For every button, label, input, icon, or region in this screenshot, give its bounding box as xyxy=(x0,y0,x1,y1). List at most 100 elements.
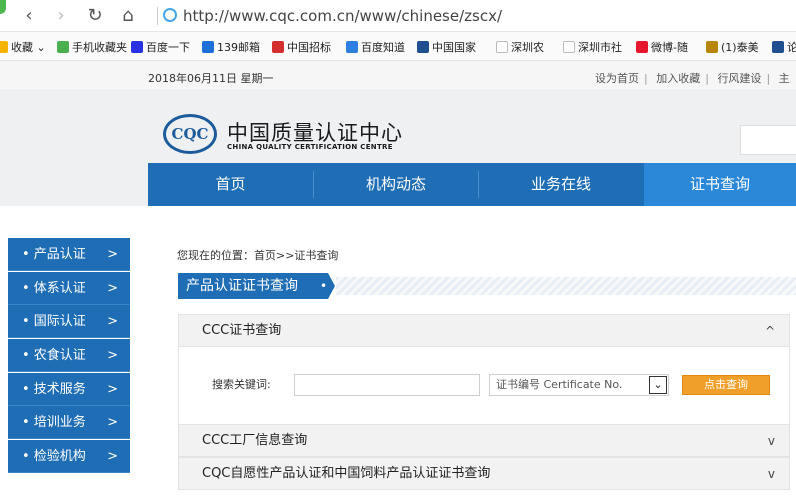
chevron-down-icon: v xyxy=(767,467,775,481)
phone-icon xyxy=(57,41,69,53)
home-icon[interactable]: ⌂ xyxy=(117,5,139,27)
sidebar-item-label: • 农食认证 xyxy=(22,348,86,364)
sidebar-item-label: • 技术服务 xyxy=(22,381,86,397)
sidebar: • 产品认证 > • 体系认证 > • 国际认证 > • 农食认证 > • 技术服务 > … xyxy=(8,238,130,474)
favorite-item[interactable]: 中国国家 xyxy=(417,39,476,55)
page-icon xyxy=(496,41,508,53)
favorite-item[interactable]: 百度知道 xyxy=(346,39,405,55)
browser-status-indicator xyxy=(0,0,6,14)
chevron-right-icon: > xyxy=(107,449,118,465)
site-icon xyxy=(417,41,429,53)
current-date: 2018年06月11日 星期一 xyxy=(148,72,274,85)
nav-news[interactable]: 机构动态 xyxy=(314,163,478,206)
favorite-label: 139邮箱 xyxy=(217,41,260,54)
chevron-down-icon: v xyxy=(767,434,775,448)
favorite-label: 论 xyxy=(787,41,796,54)
sidebar-item-system-cert[interactable]: • 体系认证 > xyxy=(8,271,130,305)
site-top-strip: 2018年06月11日 星期一 设为首页 | 加入收藏 | 行风建设 | 主 xyxy=(0,61,796,91)
paw-icon xyxy=(346,41,358,53)
favorite-label: 中国国家 xyxy=(432,41,476,54)
favorite-item[interactable]: 中国招标 xyxy=(272,39,331,55)
page-icon xyxy=(563,41,575,53)
chevron-right-icon: > xyxy=(107,247,118,262)
cqc-logo-icon[interactable]: CQC xyxy=(163,114,217,154)
favorite-label: 中国招标 xyxy=(287,41,331,54)
conduct-link[interactable]: 行风建设 xyxy=(717,72,761,85)
favorite-item[interactable]: 百度一下 xyxy=(131,39,190,55)
favorite-item[interactable]: 139邮箱 xyxy=(202,39,260,55)
favorite-item[interactable]: 论 xyxy=(772,39,796,55)
refresh-icon[interactable]: ↻ xyxy=(84,5,106,27)
chevron-right-icon: > xyxy=(107,415,118,431)
flag-icon xyxy=(272,41,284,53)
main-nav: 首页 机构动态 业务在线 证书查询 xyxy=(148,163,796,206)
sidebar-item-label: • 检验机构 xyxy=(22,449,86,465)
favorite-item[interactable]: 收藏 ⌄ xyxy=(0,39,46,55)
mail-icon xyxy=(202,41,214,53)
accordion-ccc-factory[interactable]: CCC工厂信息查询 v xyxy=(178,424,790,457)
sidebar-item-inspection[interactable]: • 检验机构 > xyxy=(8,440,130,474)
sidebar-item-label: • 体系认证 xyxy=(22,280,86,296)
search-type-select[interactable]: 证书编号 Certificate No. xyxy=(489,374,669,396)
section-title: 产品认证证书查询 • xyxy=(178,273,328,299)
favorite-label: 微博-随 xyxy=(651,41,688,54)
sidebar-item-product-cert[interactable]: • 产品认证 > xyxy=(8,238,130,271)
sidebar-item-training[interactable]: • 培训业务 > xyxy=(8,406,130,440)
favorite-item[interactable]: (1)泰美 xyxy=(706,39,759,55)
site-icon xyxy=(772,41,784,53)
chevron-down-icon[interactable]: ⌄ xyxy=(649,376,667,394)
chevron-right-icon: > xyxy=(107,381,118,397)
site-name-en: CHINA QUALITY CERTIFICATION CENTRE xyxy=(227,143,393,151)
weibo-icon xyxy=(636,41,648,53)
breadcrumb: 您现在的位置：首页>>证书查询 xyxy=(177,249,339,262)
site-icon xyxy=(706,41,718,53)
nav-business[interactable]: 业务在线 xyxy=(479,163,643,206)
favorite-label: 百度一下 xyxy=(146,41,190,54)
back-icon[interactable]: ‹ xyxy=(18,5,40,27)
site-security-icon xyxy=(163,8,177,22)
section-title-stripe xyxy=(336,277,796,295)
favorite-item[interactable]: 微博-随 xyxy=(636,39,688,55)
nav-home[interactable]: 首页 xyxy=(148,163,313,206)
favorite-item[interactable]: 深圳农 xyxy=(496,39,544,55)
favorite-label: 百度知道 xyxy=(361,41,405,54)
favorite-label: 深圳市社 xyxy=(578,41,622,54)
keyword-input[interactable] xyxy=(294,374,480,396)
accordion-ccc-cert[interactable]: CCC证书查询 ^ xyxy=(178,314,790,347)
keyword-label: 搜索关键词: xyxy=(212,378,271,391)
favorite-item[interactable]: 深圳市社 xyxy=(563,39,622,55)
section-title-text: 产品认证证书查询 xyxy=(186,278,298,294)
chevron-right-icon: > xyxy=(107,314,118,330)
sidebar-item-label: • 国际认证 xyxy=(22,314,86,330)
accordion-title: CQC自愿性产品认证和中国饲料产品认证证书查询 xyxy=(202,466,491,481)
nav-cert-query[interactable]: 证书查询 xyxy=(644,163,796,206)
add-favorite-link[interactable]: 加入收藏 xyxy=(656,72,700,85)
chevron-right-icon: > xyxy=(107,280,118,296)
favorite-label: 收藏 xyxy=(11,41,33,54)
set-homepage-link[interactable]: 设为首页 xyxy=(595,72,639,85)
browser-address-bar: ‹ › ↻ ⌂ http://www.cqc.com.cn/www/chines… xyxy=(0,0,796,32)
accordion-title: CCC证书查询 xyxy=(202,323,282,338)
more-link[interactable]: 主 xyxy=(779,72,790,85)
address-separator xyxy=(157,7,158,25)
favorite-label: 深圳农 xyxy=(511,41,544,54)
sidebar-item-tech-service[interactable]: • 技术服务 > xyxy=(8,372,130,406)
sidebar-item-label: • 培训业务 xyxy=(22,415,86,431)
favorite-item[interactable]: 手机收藏夹 xyxy=(57,39,127,55)
section-title-arrow xyxy=(328,273,335,299)
sidebar-item-label: • 产品认证 xyxy=(22,247,86,262)
accordion-title: CCC工厂信息查询 xyxy=(202,433,308,448)
favorites-bar: 收藏 ⌄ 手机收藏夹 百度一下 139邮箱 中国招标 百度知道 中国国家 深圳农… xyxy=(0,32,796,61)
baidu-icon xyxy=(131,41,143,53)
url-field[interactable]: http://www.cqc.com.cn/www/chinese/zscx/ xyxy=(183,7,502,25)
query-button[interactable]: 点击查询 xyxy=(682,375,770,395)
chevron-right-icon: > xyxy=(107,348,118,364)
accordion-cqc-voluntary[interactable]: CQC自愿性产品认证和中国饲料产品认证证书查询 v xyxy=(178,457,790,490)
section-title-dot: • xyxy=(320,279,328,293)
sidebar-item-agri-cert[interactable]: • 农食认证 > xyxy=(8,339,130,373)
favorite-label: 手机收藏夹 xyxy=(72,41,127,54)
sidebar-item-intl-cert[interactable]: • 国际认证 > xyxy=(8,305,130,339)
forward-icon[interactable]: › xyxy=(50,5,72,27)
site-search-input[interactable] xyxy=(740,125,796,155)
favorite-label: (1)泰美 xyxy=(721,41,759,54)
